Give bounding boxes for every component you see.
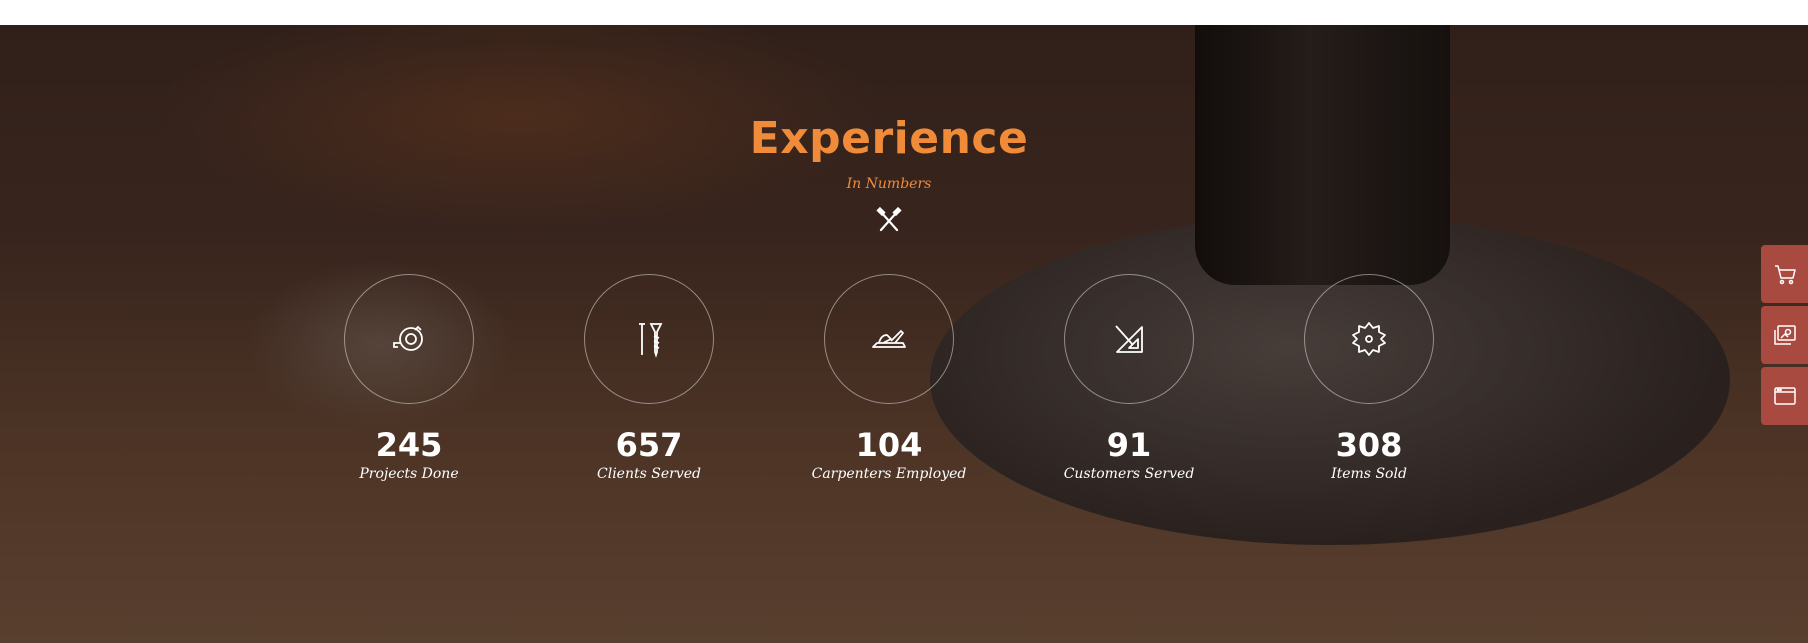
stat-customers-served: 91 Customers Served: [1044, 274, 1214, 482]
stat-label: Carpenters Employed: [811, 466, 967, 482]
saw-blade-icon: [1352, 322, 1386, 356]
stat-value: 245: [375, 426, 443, 464]
section-subtitle: In Numbers: [846, 176, 932, 192]
gallery-button[interactable]: [1761, 306, 1808, 364]
set-square-icon: [1115, 325, 1143, 353]
gallery-icon: [1773, 325, 1796, 345]
stat-icon-circle: [1304, 274, 1434, 404]
stat-label: Items Sold: [1331, 466, 1407, 482]
crossed-hammers-icon: [876, 207, 902, 232]
hand-plane-icon: [872, 330, 906, 348]
nail-screw-icon: [639, 323, 663, 358]
section-title: Experience: [749, 113, 1029, 164]
stat-icon-circle: [1064, 274, 1194, 404]
stat-projects-done: 245 Projects Done: [324, 274, 494, 482]
stat-value: 91: [1106, 426, 1152, 464]
stat-value: 657: [615, 426, 683, 464]
stat-carpenters-employed: 104 Carpenters Employed: [804, 274, 974, 482]
stat-label: Clients Served: [597, 466, 701, 482]
cart-button[interactable]: [1761, 245, 1808, 303]
top-bar: [0, 0, 1808, 25]
cart-icon: [1774, 265, 1796, 285]
stat-value: 104: [855, 426, 923, 464]
browser-window-icon: [1773, 387, 1796, 405]
stat-items-sold: 308 Items Sold: [1284, 274, 1454, 482]
stat-label: Projects Done: [359, 466, 459, 482]
stat-clients-served: 657 Clients Served: [564, 274, 734, 482]
browser-window-button[interactable]: [1761, 367, 1808, 425]
stat-icon-circle: [344, 274, 474, 404]
side-quick-links: [1761, 245, 1808, 428]
stat-icon-circle: [824, 274, 954, 404]
stat-value: 308: [1335, 426, 1403, 464]
stat-icon-circle: [584, 274, 714, 404]
stat-label: Customers Served: [1063, 466, 1195, 482]
tape-measure-icon: [393, 325, 423, 351]
